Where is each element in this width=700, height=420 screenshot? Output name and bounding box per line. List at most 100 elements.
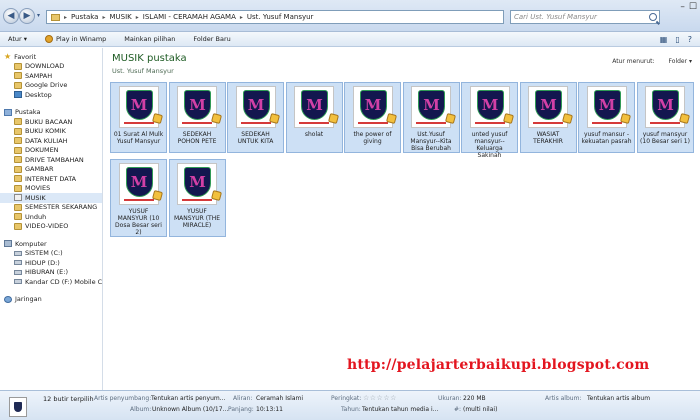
arrange-dropdown[interactable]: Folder ▾ xyxy=(669,58,692,65)
sidebar-item-dokumen[interactable]: DOKUMEN xyxy=(0,146,102,156)
organize-button[interactable]: Atur ▾ xyxy=(8,35,27,43)
file-item[interactable]: Munted yusuf mansyur--Keluarga Sakinah xyxy=(461,82,518,159)
logo-letter: M xyxy=(364,95,382,114)
sidebar-item-download[interactable]: DOWNLOAD xyxy=(0,62,102,72)
sidebar-header-label: Jaringan xyxy=(15,295,42,304)
file-view: MUSIK pustaka Ust. Yusuf Mansyur Atur me… xyxy=(104,48,700,390)
minimize-icon[interactable]: – xyxy=(680,2,685,12)
rating-stars[interactable]: ☆☆☆☆☆ xyxy=(363,394,397,402)
sidebar-item-gambar[interactable]: GAMBAR xyxy=(0,165,102,175)
folder-icon xyxy=(14,156,22,164)
file-item[interactable]: M SEDEKAH POHON PETE xyxy=(168,82,226,153)
logo-shield-icon: M xyxy=(184,90,211,120)
history-dropdown-icon[interactable]: ▾ xyxy=(37,12,40,19)
sidebar-item-semester-sekarang[interactable]: SEMESTER SEKARANG xyxy=(0,203,102,213)
file-item[interactable]: M YUSUF MANSYUR (THE MIRACLE) xyxy=(168,159,226,237)
file-item[interactable]: M SEDEKAH UNTUK KITA xyxy=(227,82,284,153)
new-folder-button[interactable]: Folder Baru xyxy=(193,35,230,43)
genre-field[interactable]: Ceramah Islami xyxy=(256,395,303,402)
sidebar-item-label: GAMBAR xyxy=(25,165,54,174)
year-field[interactable]: Tentukan tahun media i... xyxy=(362,406,438,413)
sidebar-item-drive-c[interactable]: SISTEM (C:) xyxy=(0,249,102,259)
file-item[interactable]: M YUSUF MANSYUR (10 Dosa Besar seri 2) xyxy=(110,159,167,237)
file-item-label: SEDEKAH UNTUK KITA xyxy=(237,131,274,145)
breadcrumb-item[interactable]: Ust. Yusuf Mansyur xyxy=(247,13,314,21)
view-options-icon[interactable]: ▦ xyxy=(660,35,668,44)
sidebar-header-label: Pustaka xyxy=(15,108,41,117)
sidebar-item-label: Kandar CD (F:) Mobile Co xyxy=(25,277,102,286)
chevron-right-icon: ▸ xyxy=(135,13,139,21)
sidebar-item-label: HIBURAN (E:) xyxy=(25,268,69,277)
media-file-badge-icon xyxy=(385,112,398,125)
sidebar-item-musik[interactable]: MUSIK xyxy=(0,193,102,203)
sidebar-item-drive-d[interactable]: HIDUP (D:) xyxy=(0,258,102,268)
sidebar-item-buku-komik[interactable]: BUKU KOMIK xyxy=(0,127,102,137)
album-artist-field[interactable]: Tentukan artis album xyxy=(587,395,650,402)
sidebar-item-label: INTERNET DATA xyxy=(25,174,77,183)
sidebar-item-drive-f[interactable]: Kandar CD (F:) Mobile Co xyxy=(0,277,102,287)
preview-pane-icon[interactable]: ▯ xyxy=(675,35,679,44)
sidebar-item-data-kuliah[interactable]: DATA KULIAH xyxy=(0,136,102,146)
sidebar-item-sampah[interactable]: SAMPAH xyxy=(0,71,102,81)
sidebar-item-label: DRIVE TAMBAHAN xyxy=(25,155,84,164)
media-file-badge-icon xyxy=(151,112,164,125)
sidebar-item-desktop[interactable]: Desktop xyxy=(0,90,102,100)
breadcrumb-item[interactable]: MUSIK xyxy=(109,13,131,21)
breadcrumb-item[interactable]: Pustaka xyxy=(71,13,98,21)
chevron-right-icon: ▸ xyxy=(102,13,106,21)
sidebar-item-google-drive[interactable]: Google Drive xyxy=(0,81,102,91)
media-file-badge-icon xyxy=(151,189,164,202)
logo-ribbon xyxy=(240,122,271,124)
logo-letter: M xyxy=(423,95,440,114)
selection-thumbnail-icon xyxy=(9,397,27,417)
sidebar-libraries-header[interactable]: Pustaka xyxy=(0,108,102,118)
logo-shield-icon: M xyxy=(125,167,153,197)
file-item[interactable]: Msholat xyxy=(285,82,343,153)
logo-letter: M xyxy=(189,95,206,114)
sidebar-item-drive-e[interactable]: HIBURAN (E:) xyxy=(0,268,102,278)
file-item[interactable]: Mthe power of giving xyxy=(344,82,401,153)
sidebar-item-unduh[interactable]: Unduh xyxy=(0,212,102,222)
search-input[interactable]: Cari Ust. Yusuf Mansyur xyxy=(510,10,660,24)
help-icon[interactable]: ? xyxy=(688,35,692,44)
track-number-field[interactable]: (multi nilai) xyxy=(463,406,497,413)
album-field[interactable]: Unknown Album (10/17... xyxy=(152,406,228,413)
back-button[interactable]: ◀ xyxy=(3,8,19,24)
sidebar-network-header[interactable]: Jaringan xyxy=(0,295,102,305)
maximize-icon[interactable]: ☐ xyxy=(689,2,697,12)
logo-ribbon xyxy=(182,122,212,124)
breadcrumb[interactable]: ▸ Pustaka ▸ MUSIK ▸ ISLAMI - CERAMAH AGA… xyxy=(46,10,546,24)
logo-ribbon xyxy=(591,122,622,124)
forward-button[interactable]: ▶ xyxy=(19,8,35,24)
search-icon[interactable] xyxy=(649,13,657,21)
artist-field[interactable]: Tentukan artis penyum... xyxy=(151,395,225,402)
breadcrumb-item[interactable]: ISLAMI - CERAMAH AGAMA xyxy=(143,13,236,21)
sidebar-item-internet-data[interactable]: INTERNET DATA xyxy=(0,174,102,184)
desktop-icon xyxy=(14,91,22,99)
arrange-label: Atur menurut: xyxy=(612,58,655,65)
logo-shield-icon: M xyxy=(593,90,621,120)
file-item-label: 01 Surat Al Mulk Yusuf Mansyur xyxy=(113,131,164,145)
file-item[interactable]: M Ust.Yusuf Mansyur--Kita Bisa Berubah xyxy=(402,82,460,153)
sidebar-favorites-header[interactable]: ★ Favorit xyxy=(0,52,102,62)
sidebar-computer-header[interactable]: Komputer xyxy=(0,239,102,249)
media-file-badge-icon xyxy=(268,112,281,125)
file-item-label: YUSUF MANSYUR (10 Dosa Besar seri 2) xyxy=(115,208,162,236)
sidebar-item-movies[interactable]: MOVIES xyxy=(0,184,102,194)
file-item[interactable]: M 01 Surat Al Mulk Yusuf Mansyur xyxy=(110,82,167,153)
sidebar-item-drive-tambahan[interactable]: DRIVE TAMBAHAN xyxy=(0,155,102,165)
play-in-winamp-button[interactable]: Play in Winamp xyxy=(45,35,106,43)
file-item[interactable]: Myusuf mansur - kekuatan pasrah xyxy=(578,82,635,153)
sidebar-item-video-video[interactable]: VIDEO-VIDEO xyxy=(0,222,102,232)
folder-icon xyxy=(14,175,22,183)
file-item[interactable]: M WASIAT TERAKHIR xyxy=(519,82,577,153)
play-selection-button[interactable]: Mainkan pilihan xyxy=(124,35,175,43)
logo-ribbon xyxy=(123,122,154,124)
library-subtitle: Ust. Yusuf Mansyur xyxy=(112,67,174,75)
folder-icon xyxy=(14,72,22,80)
logo-shield-icon: M xyxy=(359,90,387,120)
sidebar-item-label: DOWNLOAD xyxy=(25,62,65,71)
file-item[interactable]: Myusuf mansyur (10 Besar seri 1) xyxy=(636,82,694,153)
logo-ribbon xyxy=(474,122,505,124)
sidebar-item-buku-bacaan[interactable]: BUKU BACAAN xyxy=(0,117,102,127)
